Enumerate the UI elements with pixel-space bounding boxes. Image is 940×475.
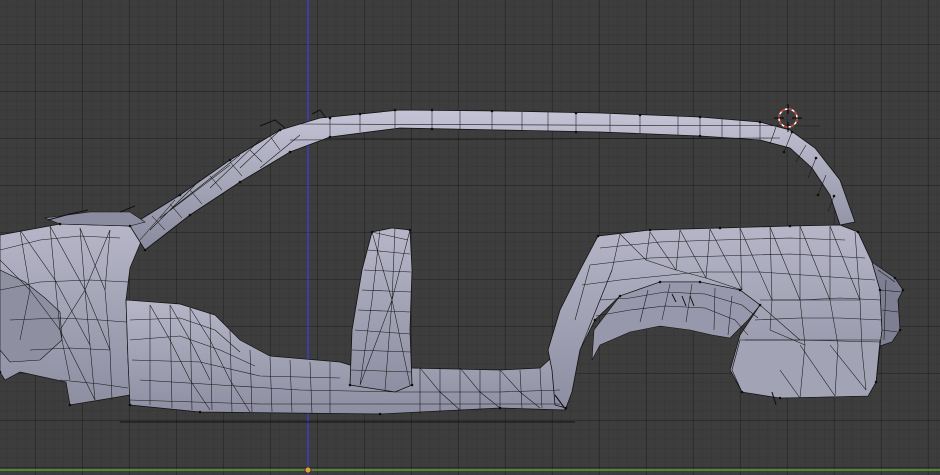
rear-valance (731, 339, 881, 399)
object-origin-dot[interactable] (304, 466, 312, 474)
car-body-shell-mesh[interactable] (0, 108, 905, 423)
viewport-scene[interactable] (0, 0, 940, 475)
door-sill (125, 299, 571, 415)
